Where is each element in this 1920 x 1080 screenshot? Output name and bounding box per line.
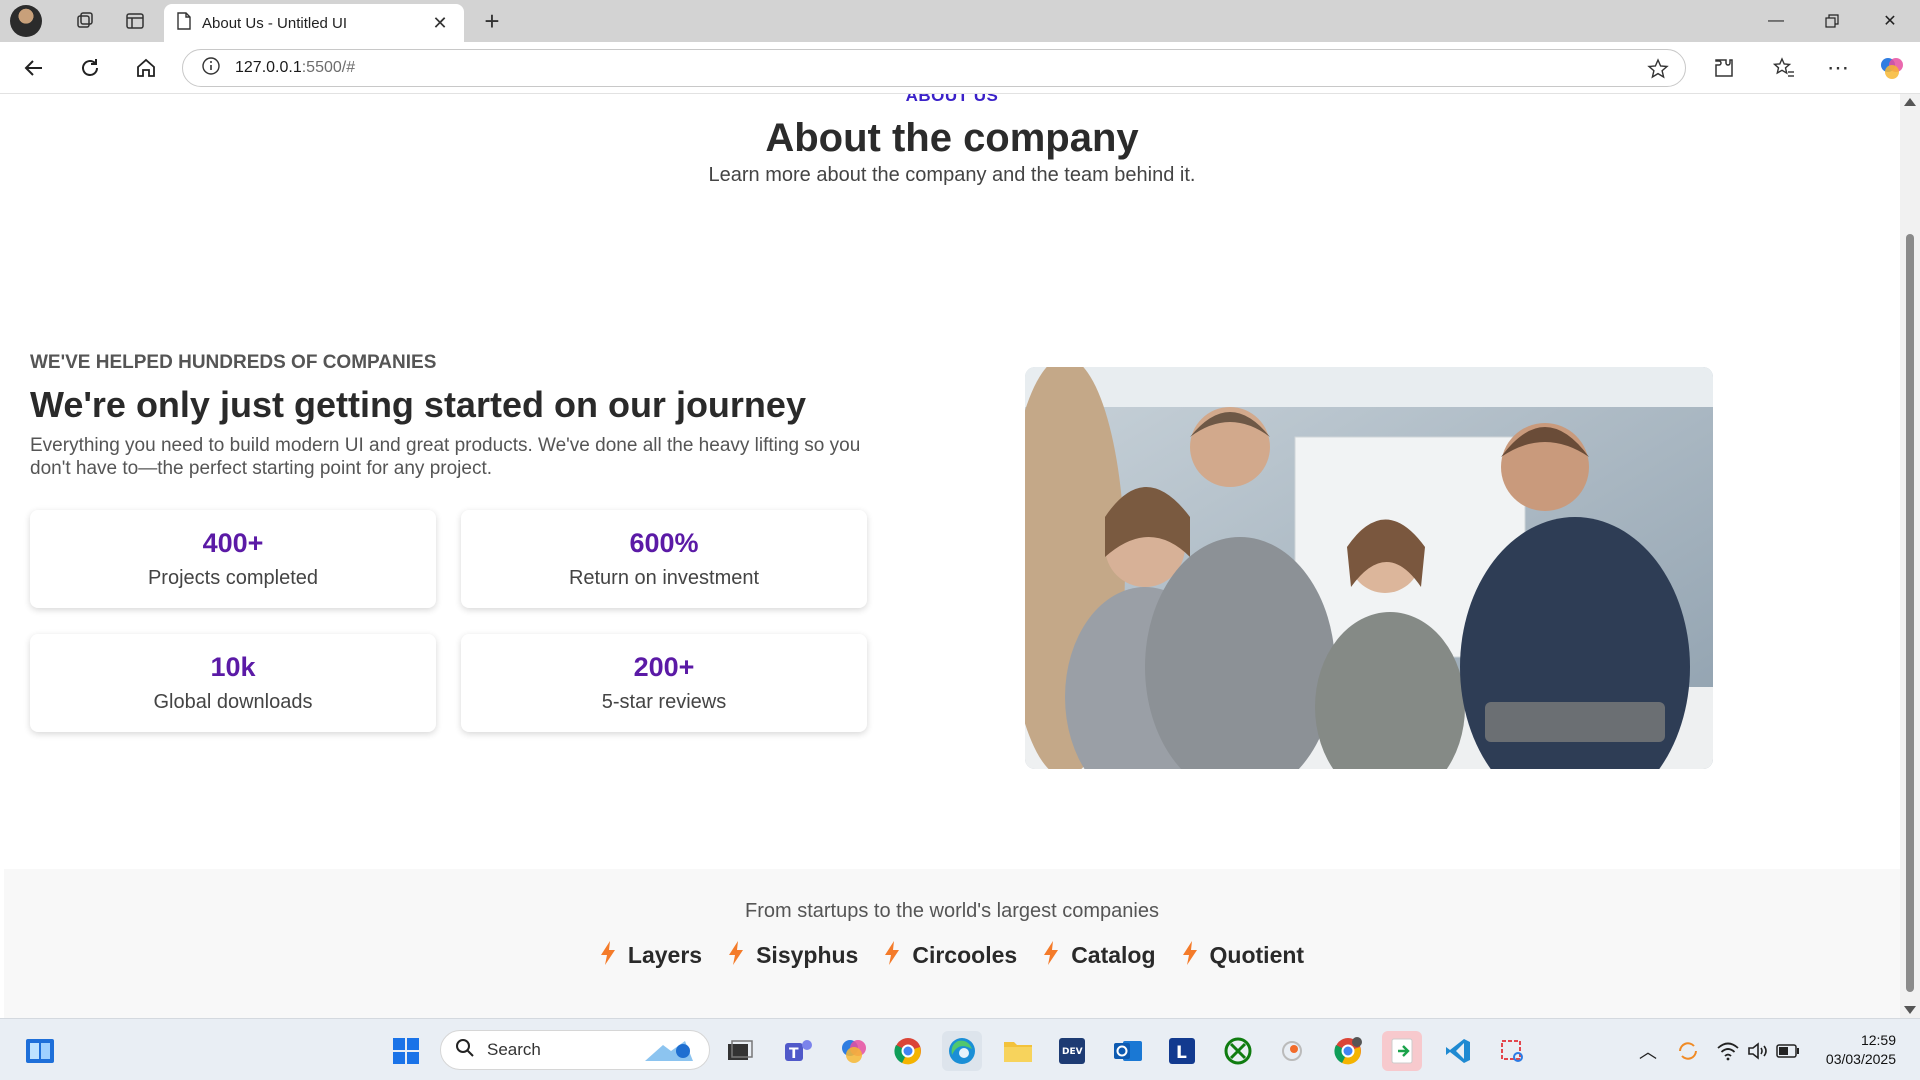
workspaces-icon[interactable] bbox=[66, 4, 104, 38]
logo-name: Sisyphus bbox=[756, 942, 859, 968]
file-explorer-icon[interactable] bbox=[998, 1031, 1038, 1071]
outlook-icon[interactable] bbox=[1108, 1031, 1148, 1071]
stat-label: Projects completed bbox=[147, 567, 319, 589]
refresh-icon[interactable] bbox=[70, 48, 110, 88]
vertical-scrollbar[interactable] bbox=[1900, 94, 1920, 1018]
team-photo bbox=[1025, 367, 1713, 769]
logo-name: Layers bbox=[627, 942, 703, 968]
chevron-up-icon[interactable]: ︿ bbox=[1628, 1031, 1668, 1071]
logo-item: Sisyphus bbox=[728, 941, 858, 970]
logo-item: Layers bbox=[600, 941, 702, 970]
stat-value: 600% bbox=[629, 528, 699, 558]
chrome-icon[interactable] bbox=[888, 1031, 928, 1071]
bolt-icon bbox=[1182, 941, 1198, 970]
search-label: Search bbox=[487, 1040, 541, 1059]
logo-item: Quotient bbox=[1182, 941, 1305, 970]
edge-icon[interactable] bbox=[942, 1031, 982, 1071]
url-host: 127.0.0.1 bbox=[235, 59, 302, 76]
stat-label: 5-star reviews bbox=[601, 691, 727, 713]
sync-icon[interactable] bbox=[1668, 1031, 1708, 1071]
clock-time: 12:59 bbox=[1860, 1032, 1896, 1048]
system-clock[interactable]: 12:59 03/03/2025 bbox=[1826, 1031, 1896, 1069]
home-icon[interactable] bbox=[126, 48, 166, 88]
copilot-icon[interactable] bbox=[1872, 48, 1912, 88]
window-close-icon[interactable]: ✕ bbox=[1862, 0, 1918, 42]
stat-card: 600% Return on investment bbox=[461, 510, 867, 608]
restore-icon[interactable] bbox=[1804, 0, 1860, 42]
close-icon[interactable]: ✕ bbox=[428, 13, 452, 34]
dev-app-icon[interactable]: DEV bbox=[1052, 1031, 1092, 1071]
stat-label: Return on investment bbox=[568, 567, 760, 589]
svg-text:DEV: DEV bbox=[1062, 1047, 1083, 1057]
new-tab-button[interactable]: + bbox=[476, 6, 508, 36]
logos-section: From startups to the world's largest com… bbox=[4, 869, 1900, 1018]
favorites-icon[interactable] bbox=[1764, 48, 1804, 88]
clock-date: 03/03/2025 bbox=[1825, 1051, 1896, 1067]
back-icon[interactable] bbox=[14, 48, 54, 88]
stat-card: 200+ 5-star reviews bbox=[461, 634, 867, 732]
section-kicker: WE'VE HELPED HUNDREDS OF COMPANIES bbox=[30, 352, 437, 373]
stat-value: 400+ bbox=[202, 528, 264, 558]
logo-name: Quotient bbox=[1209, 942, 1305, 968]
logos-caption: From startups to the world's largest com… bbox=[745, 900, 1159, 922]
svg-text:L: L bbox=[1176, 1043, 1187, 1063]
tab-title: About Us - Untitled UI bbox=[202, 14, 348, 32]
taskbar-search[interactable]: Search bbox=[440, 1030, 710, 1070]
scroll-up-icon[interactable] bbox=[1904, 98, 1916, 106]
stat-card: 400+ Projects completed bbox=[30, 510, 436, 608]
url-path: :5500/# bbox=[301, 59, 356, 76]
stat-value: 200+ bbox=[633, 652, 695, 682]
stat-value: 10k bbox=[210, 652, 256, 682]
logo-name: Catalog bbox=[1071, 942, 1156, 968]
section-description: Everything you need to build modern UI a… bbox=[30, 435, 861, 479]
chrome-profile-icon[interactable] bbox=[1328, 1031, 1368, 1071]
recorder-icon[interactable] bbox=[1272, 1031, 1312, 1071]
page-viewport: ABOUT US About the company Learn more ab… bbox=[4, 94, 1900, 1018]
page-icon bbox=[176, 11, 192, 35]
teams-icon[interactable]: T bbox=[778, 1031, 818, 1071]
snipping-tool-icon[interactable] bbox=[1492, 1031, 1532, 1071]
more-options-icon[interactable]: ⋯ bbox=[1818, 48, 1858, 88]
search-highlight-icon bbox=[641, 1037, 697, 1070]
search-icon bbox=[455, 1038, 475, 1063]
address-bar[interactable]: 127.0.0.1:5500/# bbox=[182, 49, 1686, 87]
scroll-down-icon[interactable] bbox=[1904, 1006, 1916, 1014]
section-title: We're only just getting started on our j… bbox=[30, 384, 806, 425]
logos-row: Layers Sisyphus Circooles Catalog Quotie… bbox=[4, 941, 1900, 970]
page-title: About the company bbox=[765, 116, 1139, 160]
taskbar: Search T DEV L ︿ 12:59 03/03/2025 bbox=[0, 1018, 1920, 1080]
task-view-icon[interactable] bbox=[720, 1031, 760, 1071]
logo-item: Catalog bbox=[1043, 941, 1156, 970]
bolt-icon bbox=[600, 941, 616, 970]
battery-icon[interactable] bbox=[1768, 1031, 1808, 1071]
copilot-taskbar-icon[interactable] bbox=[834, 1031, 874, 1071]
bolt-icon bbox=[884, 941, 900, 970]
extensions-icon[interactable] bbox=[1704, 48, 1744, 88]
vscode-icon[interactable] bbox=[1438, 1031, 1478, 1071]
browser-toolbar: 127.0.0.1:5500/# ⋯ bbox=[0, 42, 1920, 94]
section-eyebrow: ABOUT US bbox=[905, 94, 999, 105]
xbox-icon[interactable] bbox=[1218, 1031, 1258, 1071]
tab-actions-icon[interactable] bbox=[116, 4, 154, 38]
logo-name: Circooles bbox=[912, 942, 1018, 968]
bolt-icon bbox=[1043, 941, 1059, 970]
bolt-icon bbox=[728, 941, 744, 970]
launcher-l-icon[interactable]: L bbox=[1162, 1031, 1202, 1071]
logo-item: Circooles bbox=[884, 941, 1017, 970]
scroll-thumb[interactable] bbox=[1906, 234, 1914, 992]
windows-start-icon[interactable] bbox=[386, 1031, 426, 1071]
star-icon[interactable] bbox=[1647, 58, 1669, 85]
minimize-icon[interactable]: — bbox=[1748, 0, 1804, 42]
browser-tab-bar: About Us - Untitled UI ✕ + — ✕ bbox=[0, 0, 1920, 42]
page-subtitle: Learn more about the company and the tea… bbox=[708, 164, 1196, 186]
widgets-icon[interactable] bbox=[20, 1031, 60, 1071]
app-arrow-icon[interactable] bbox=[1382, 1031, 1422, 1071]
info-icon[interactable] bbox=[201, 56, 221, 81]
stat-card: 10k Global downloads bbox=[30, 634, 436, 732]
profile-avatar[interactable] bbox=[10, 5, 42, 37]
stat-label: Global downloads bbox=[153, 691, 313, 713]
tab-active[interactable]: About Us - Untitled UI ✕ bbox=[164, 4, 464, 42]
svg-text:T: T bbox=[789, 1046, 799, 1062]
